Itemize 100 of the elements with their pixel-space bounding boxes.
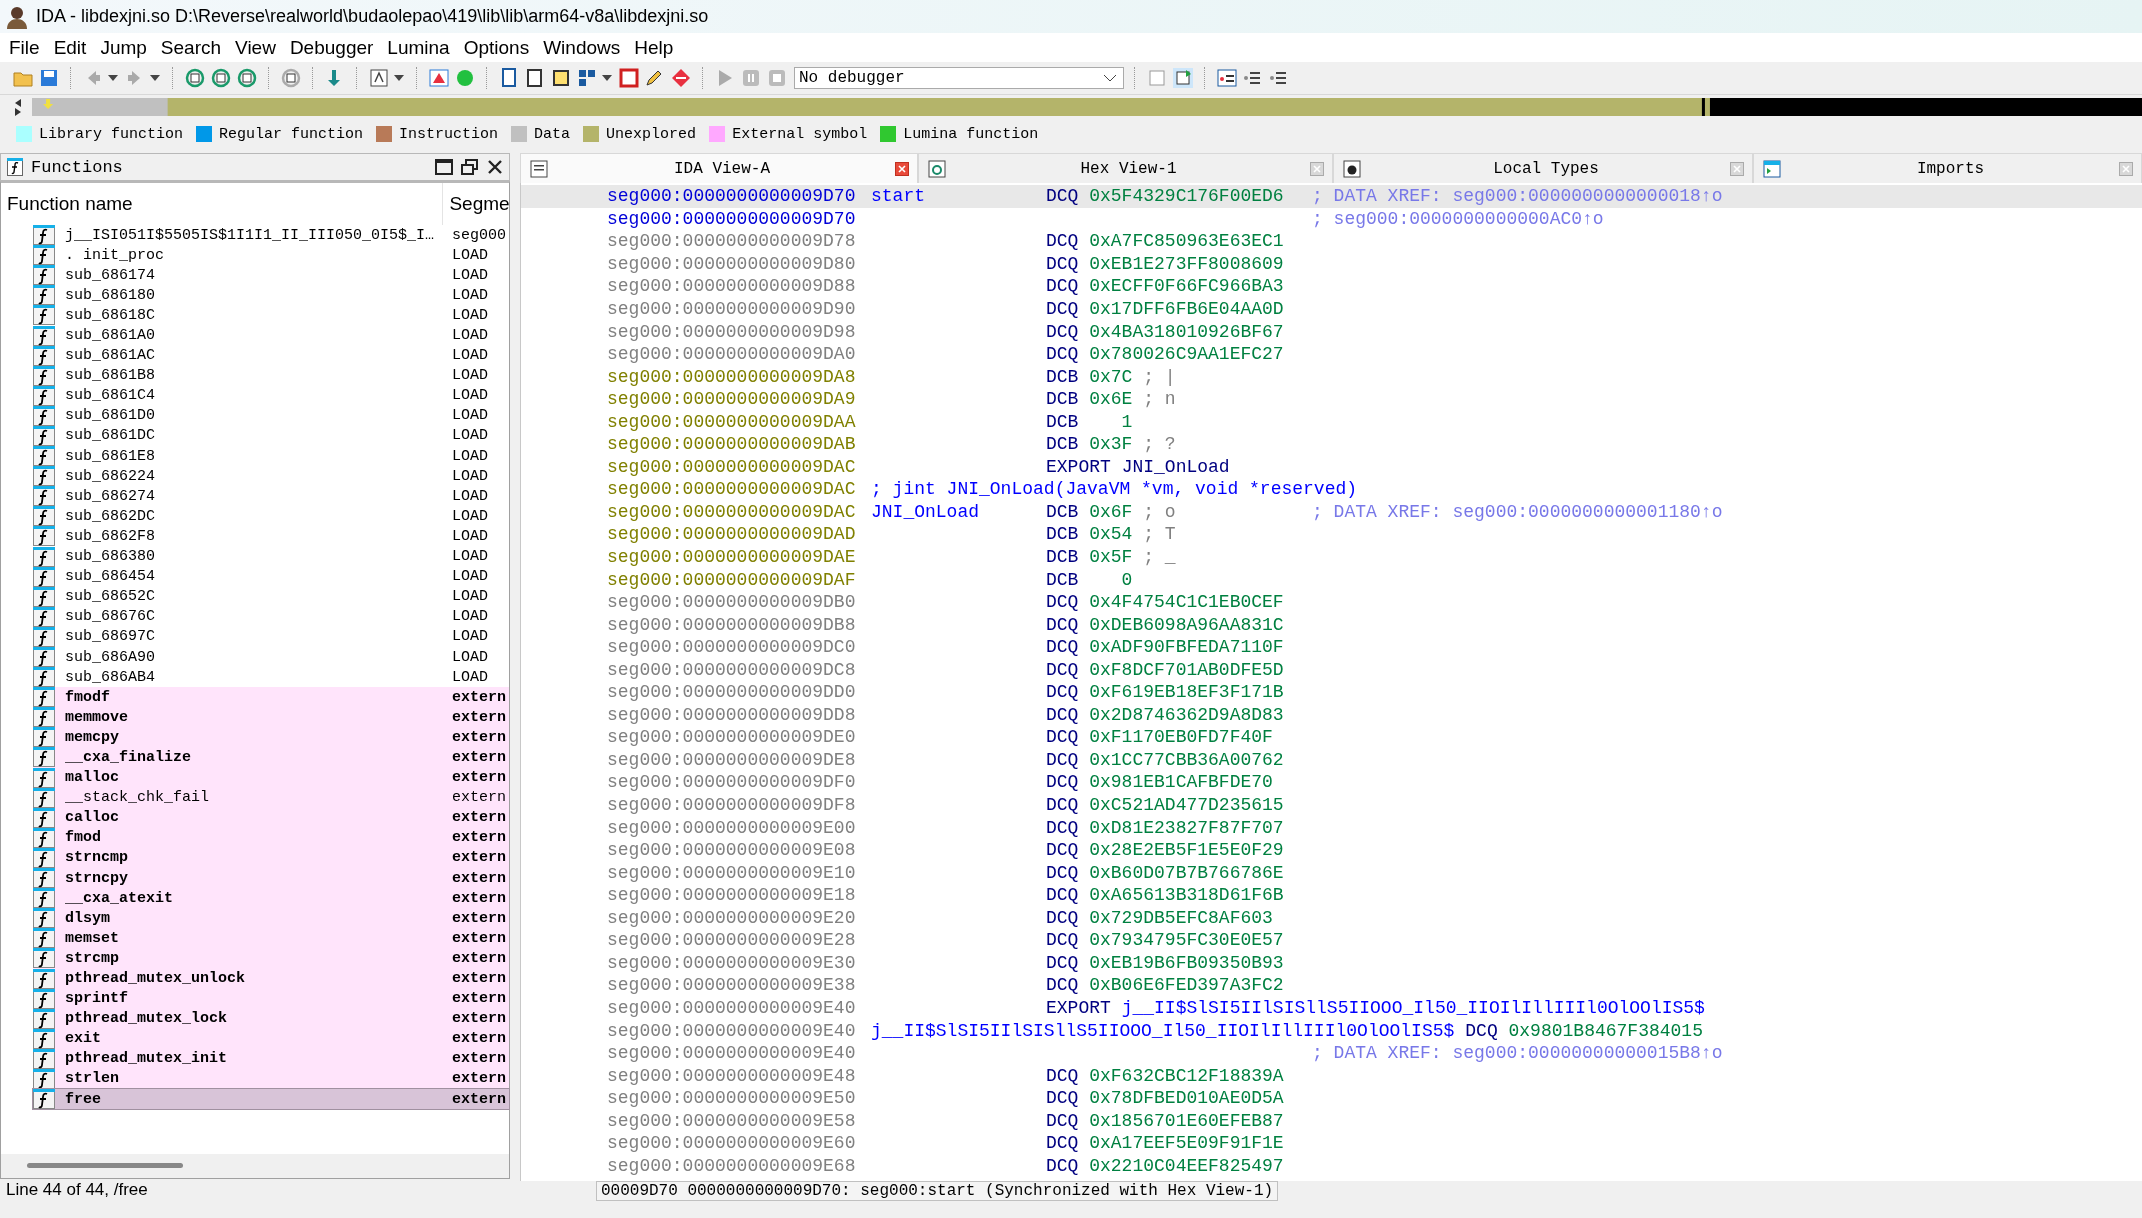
disassembly-line[interactable]: seg000:0000000000009DD0 DCQ 0xF619EB18EF3F171B [521,681,2142,704]
function-row[interactable]: sub_6861DC LOAD [33,425,509,447]
disassembly-line[interactable]: seg000:0000000000009E20 DCQ 0x729DB5EFC8AF603 [521,906,2142,930]
disassembly-line[interactable]: seg000:0000000000009D70 ; seg000:0000000000000AC0↑o [521,207,2142,231]
menu-item[interactable]: File [2,36,47,59]
menu-item[interactable]: Options [456,36,537,59]
frame-icon[interactable] [368,67,390,89]
function-row[interactable]: sub_6862DC LOAD [33,506,509,527]
function-row[interactable]: sub_686454 LOAD [33,566,509,587]
function-row[interactable]: exit extern [33,1028,509,1049]
stop-icon[interactable] [670,67,692,89]
function-row[interactable]: strncmp extern [33,847,509,868]
function-row[interactable]: sub_68676C LOAD [33,606,509,627]
function-row[interactable]: j__ISI051I$5505IS$1I1I1_II_III050_0I5$_I… seg000 [33,225,509,246]
function-row[interactable]: sub_686380 LOAD [33,546,509,567]
function-row[interactable]: . init_proc LOAD [33,245,509,266]
function-row[interactable]: sub_6861D0 LOAD [33,405,509,426]
function-row[interactable]: __cxa_finalize extern [33,747,509,768]
disassembly-line[interactable]: seg000:0000000000009DAB DCB 0x3F ; ? [521,433,2142,456]
chevron-icon[interactable] [1103,74,1117,82]
disassembly-line[interactable]: seg000:0000000000009E08 DCQ 0x28E2EB5F1E5E0F29 [521,838,2142,862]
disassembly-line[interactable]: seg000:0000000000009DAA DCB 1 [521,410,2142,433]
save-icon[interactable] [38,67,60,89]
scroll-arrows-icon[interactable] [14,98,22,116]
disassembly-line[interactable]: seg000:0000000000009DAC JNI_OnLoad DCB 0x6F ; o ; DATA XREF: seg000:0000000000001180↑o [521,500,2142,524]
menu-item[interactable]: Jump [93,36,154,59]
function-row[interactable]: malloc extern [33,767,509,788]
navigation-band[interactable] [32,98,2142,116]
circle-icon[interactable] [236,67,258,89]
function-row[interactable]: pthread_mutex_init extern [33,1048,509,1069]
tab[interactable]: Local Types [1333,153,1753,183]
disassembly-line[interactable]: seg000:0000000000009DE0 DCQ 0xF1170EB0FD7F40F [521,726,2142,749]
restore-icon[interactable] [461,159,479,175]
disassembly-line[interactable]: seg000:0000000000009DB8 DCQ 0xDEB6098A96AA831C [521,613,2142,636]
disassembly-line[interactable]: seg000:0000000000009DAF DCB 0 [521,568,2142,591]
disassembly-line[interactable]: seg000:0000000000009E38 DCQ 0xB06E6FED397A3FC2 [521,974,2142,997]
square-icon[interactable] [618,67,640,89]
function-row[interactable]: fmod extern [33,827,509,848]
circle-icon[interactable] [210,67,232,89]
disassembly-line[interactable]: seg000:0000000000009DA9 DCB 0x6E ; n [521,387,2142,411]
column-header[interactable]: Segme [443,193,509,215]
tab[interactable]: IDA View-A [520,153,918,183]
function-row[interactable]: __cxa_atexit extern [33,888,509,909]
caret-icon[interactable] [150,75,160,81]
menu-item[interactable]: Edit [46,36,94,59]
function-row[interactable]: sub_68652C LOAD [33,586,509,607]
function-row[interactable]: memset extern [33,928,509,949]
scrollbar-thumb[interactable] [27,1163,183,1168]
function-row[interactable]: sub_6861AC LOAD [33,345,509,366]
function-row[interactable]: calloc extern [33,807,509,828]
disassembly-line[interactable]: seg000:0000000000009D98 DCQ 0x4BA318010926BF67 [521,320,2142,343]
disassembly-line[interactable]: seg000:0000000000009E18 DCQ 0xA65613B318D61F6B [521,883,2142,907]
disassembly-line[interactable]: seg000:0000000000009D80 DCQ 0xEB1E273FF8008609 [521,252,2142,276]
grid-icon[interactable] [576,67,598,89]
close-icon[interactable] [487,159,503,175]
function-row[interactable]: dlsym extern [33,908,509,929]
function-row[interactable]: sub_6861B8 LOAD [33,365,509,386]
menu-item[interactable]: View [228,36,283,59]
disassembly-line[interactable]: seg000:0000000000009DF0 DCQ 0x981EB1CAFBFDE70 [521,771,2142,794]
disassembly-line[interactable]: seg000:0000000000009DE8 DCQ 0x1CC77CBB36A00762 [521,748,2142,772]
disassembly-line[interactable]: seg000:0000000000009E68 DCQ 0x2210C04EEF825497 [521,1154,2142,1178]
disassembly-line[interactable]: seg000:0000000000009E00 DCQ 0xD81E23827F87F707 [521,816,2142,839]
menu-item[interactable]: Search [153,36,229,59]
disassembly-line[interactable]: seg000:0000000000009DC8 DCQ 0xF8DCF701AB0DFE5D [521,658,2142,682]
function-row[interactable]: sub_6861A0 LOAD [33,325,509,346]
disassembly-line[interactable]: seg000:0000000000009E40 ; DATA XREF: seg000:00000000000015B8↑o [521,1041,2142,1065]
caret-icon[interactable] [108,75,118,81]
disassembly-line[interactable]: seg000:0000000000009D88 DCQ 0xECFF0F66FC966BA3 [521,275,2142,298]
maximize-icon[interactable] [435,159,453,175]
disassembly-line[interactable]: seg000:0000000000009E40 j__II$SlSI5IIlSISllS5IIOOO_Il50_IIOIlIllIIIl0OlOOlIS5$ DCQ 0x9801B8467F384015 [521,1019,2142,1042]
disassembly-line[interactable]: seg000:0000000000009E60 DCQ 0xA17EEF5E09F91F1E [521,1131,2142,1155]
debugger-select[interactable]: No debugger [794,67,1124,89]
disassembly-line[interactable]: seg000:0000000000009E58 DCQ 0x1856701E60EFEB87 [521,1109,2142,1132]
disassembly-line[interactable]: seg000:0000000000009E28 DCQ 0x7934795FC30E0E57 [521,929,2142,952]
disassembly-line[interactable]: seg000:0000000000009DC0 DCQ 0xADF90FBFEDA7110F [521,635,2142,659]
function-row[interactable]: sub_6862F8 LOAD [33,526,509,547]
menu-item[interactable]: Windows [536,36,628,59]
disassembly-line[interactable]: seg000:0000000000009DAC ; jint JNI_OnLoad(JavaVM *vm, void *reserved) [521,478,2142,501]
function-row[interactable]: sub_6861E8 LOAD [33,446,509,467]
circle-icon[interactable] [280,67,302,89]
function-row[interactable]: sub_68618C LOAD [33,305,509,326]
disassembly-line[interactable]: seg000:0000000000009DA0 DCQ 0x780026C9AA1EFC27 [521,342,2142,366]
disassembly-line[interactable]: seg000:0000000000009E40 EXPORT j__II$SlSI5IIlSISllS5IIOOO_Il50_IIOIlIllIIIl0OlOOlIS5$ [521,996,2142,1020]
disassembly-line[interactable]: seg000:0000000000009DB0 DCQ 0x4F4754C1C1EB0CEF [521,590,2142,614]
function-row[interactable]: sub_6861C4 LOAD [33,385,509,406]
function-row[interactable]: free extern [33,1089,509,1110]
disassembly-line[interactable]: seg000:0000000000009E30 DCQ 0xEB19B6FB09350B93 [521,951,2142,975]
function-row[interactable]: sub_686180 LOAD [33,285,509,306]
disassembly-line[interactable]: seg000:0000000000009E10 DCQ 0xB60D07B7B766786E [521,861,2142,884]
function-row[interactable]: strcmp extern [33,948,509,969]
function-row[interactable]: sub_686A90 LOAD [33,646,509,668]
disassembly-line[interactable]: seg000:0000000000009D78 DCQ 0xA7FC850963E63EC1 [521,230,2142,253]
disassembly-line[interactable]: seg000:0000000000009DAE DCB 0x5F ; _ [521,545,2142,569]
disassembly-line[interactable]: seg000:0000000000009DA8 DCB 0x7C ; | [521,365,2142,388]
disassembly-line[interactable]: seg000:0000000000009E48 DCQ 0xF632CBC12F18839A [521,1064,2142,1087]
frame-icon[interactable] [550,67,572,89]
function-row[interactable]: __stack_chk_fail extern [33,787,509,808]
disassembly-line[interactable]: seg000:0000000000009DAC EXPORT JNI_OnLoad [521,455,2142,479]
function-row[interactable]: sub_686174 LOAD [33,265,509,286]
tab[interactable]: Hex View-1 [918,153,1333,183]
